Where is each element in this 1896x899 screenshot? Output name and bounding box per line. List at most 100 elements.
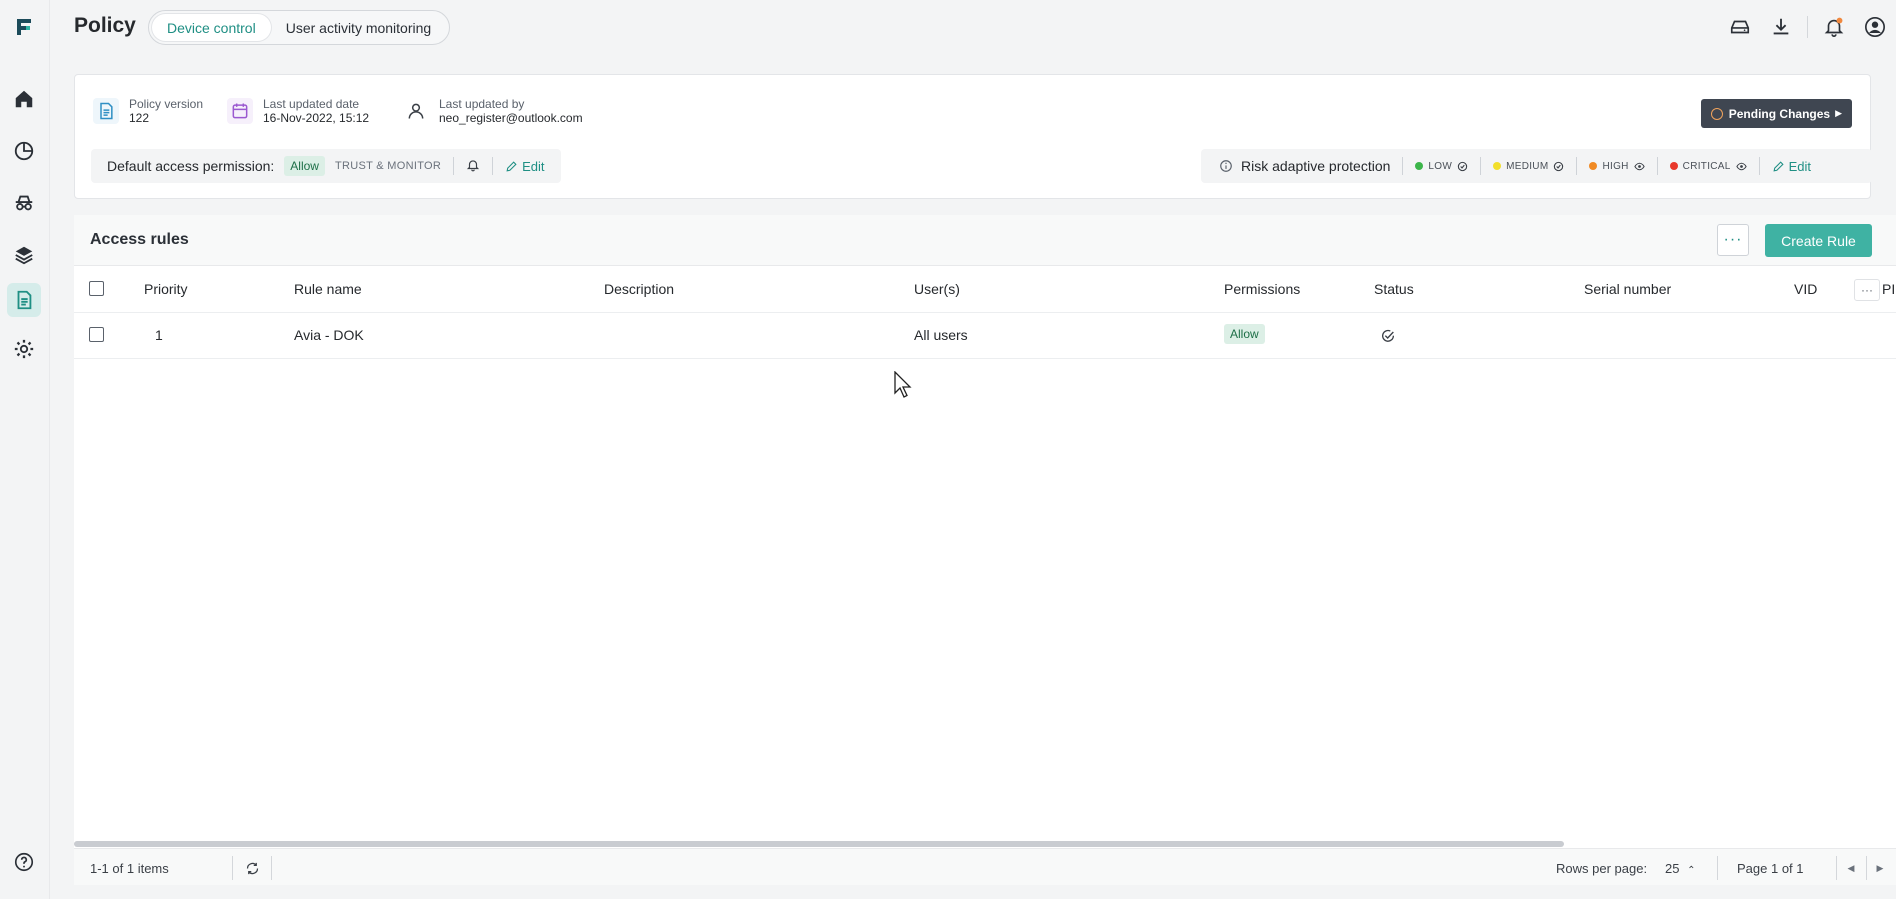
select-all-checkbox[interactable] xyxy=(89,281,104,296)
rows-per-page-label: Rows per page: xyxy=(1556,861,1648,876)
sidebar-item-policy[interactable] xyxy=(7,283,41,317)
risk-adaptive-protection: Risk adaptive protection LOW MEDIUM HIGH… xyxy=(1201,149,1872,183)
divider xyxy=(453,157,455,175)
user-icon xyxy=(403,98,429,124)
warning-icon xyxy=(1710,107,1723,120)
divider xyxy=(1758,157,1760,175)
header-actions xyxy=(1714,12,1890,42)
help-icon xyxy=(14,852,34,872)
table-footer: 1-1 of 1 items Rows per page: 25 ⌃ Page … xyxy=(74,848,1896,885)
access-rules-title: Access rules xyxy=(90,231,189,248)
download-button[interactable] xyxy=(1766,12,1796,42)
divider xyxy=(232,856,233,880)
pencil-icon xyxy=(1773,160,1784,172)
default-access-label: Default access permission: xyxy=(107,158,275,174)
rule-name[interactable]: Avia - DOK xyxy=(294,327,364,343)
policy-version: Policy version 122 xyxy=(93,97,203,125)
column-header-users[interactable]: User(s) xyxy=(914,281,960,297)
column-header-status[interactable]: Status xyxy=(1374,281,1414,297)
tab-device-control[interactable]: Device control xyxy=(152,14,271,41)
next-page-button[interactable]: ▶ xyxy=(1871,859,1889,877)
edit-default-access-button[interactable]: Edit xyxy=(505,159,545,174)
default-access-mode: TRUST & MONITOR xyxy=(334,160,442,172)
scrollbar-thumb[interactable] xyxy=(74,841,1564,847)
document-icon xyxy=(17,290,32,310)
bell-icon xyxy=(467,159,480,171)
sidebar-item-incognito[interactable] xyxy=(7,186,41,220)
access-rules-header: Access rules ··· Create Rule xyxy=(74,215,1896,266)
permission-badge: Allow xyxy=(1224,324,1265,344)
caret-right-icon: ▶ xyxy=(1876,862,1884,873)
rule-status xyxy=(1380,328,1396,347)
check-circle-icon xyxy=(1554,161,1564,171)
download-icon xyxy=(1773,18,1789,35)
risk-level-critical[interactable]: CRITICAL xyxy=(1669,161,1747,172)
tab-user-activity-monitoring[interactable]: User activity monitoring xyxy=(271,14,447,41)
layers-icon xyxy=(15,246,33,265)
app-logo[interactable] xyxy=(7,10,41,44)
column-header-vid[interactable]: VID xyxy=(1794,281,1817,297)
column-header-serial-number[interactable]: Serial number xyxy=(1584,281,1671,297)
account-button[interactable] xyxy=(1860,12,1890,42)
header-divider xyxy=(74,312,1896,313)
page-title: Policy xyxy=(74,14,136,37)
spy-icon xyxy=(15,195,33,211)
divider xyxy=(1836,856,1837,880)
column-header-permissions[interactable]: Permissions xyxy=(1224,281,1300,297)
sidebar-item-help[interactable] xyxy=(7,845,41,879)
risk-level-low[interactable]: LOW xyxy=(1415,161,1468,172)
sidebar-item-settings[interactable] xyxy=(7,332,41,366)
last-updated-date: Last updated date 16-Nov-2022, 15:12 xyxy=(227,97,369,125)
column-header-priority[interactable]: Priority xyxy=(144,281,188,297)
pending-changes-button[interactable]: Pending Changes ▶ xyxy=(1700,99,1852,128)
last-updated-by-value: neo_register@outlook.com xyxy=(439,111,583,125)
check-circle-icon xyxy=(1382,329,1395,342)
risk-level-medium[interactable]: MEDIUM xyxy=(1493,161,1564,172)
default-access-badge: Allow xyxy=(284,156,325,176)
more-options-button[interactable]: ··· xyxy=(1717,224,1749,256)
divider xyxy=(492,157,494,175)
status-dot xyxy=(1669,162,1678,170)
edit-risk-button[interactable]: Edit xyxy=(1772,159,1811,174)
risk-level-label: HIGH xyxy=(1602,160,1629,172)
drive-icon xyxy=(1730,20,1750,34)
policy-version-value: 122 xyxy=(129,111,150,125)
last-updated-date-value: 16-Nov-2022, 15:12 xyxy=(263,111,370,125)
row-divider xyxy=(74,358,1896,359)
pending-changes-label: Pending Changes xyxy=(1728,106,1831,121)
notification-toggle[interactable] xyxy=(466,158,480,175)
divider xyxy=(1866,856,1867,880)
policy-version-label: Policy version xyxy=(129,97,204,111)
pencil-icon xyxy=(506,160,517,172)
sidebar-item-home[interactable] xyxy=(7,82,41,116)
previous-page-button[interactable]: ◀ xyxy=(1842,859,1860,877)
sidebar-item-layers[interactable] xyxy=(7,238,41,272)
divider xyxy=(1402,157,1404,175)
horizontal-scrollbar[interactable] xyxy=(74,840,1896,848)
sidebar-item-dashboard[interactable] xyxy=(7,134,41,168)
divider xyxy=(1717,856,1718,880)
bell-icon xyxy=(1824,17,1844,37)
divider xyxy=(1656,157,1658,175)
column-header-description[interactable]: Description xyxy=(604,281,674,297)
notifications-button[interactable] xyxy=(1819,12,1849,42)
row-checkbox[interactable] xyxy=(89,327,104,342)
header-divider xyxy=(1807,16,1808,38)
divider xyxy=(271,856,272,880)
rule-permission: Allow xyxy=(1224,324,1265,344)
access-rules-panel: Access rules ··· Create Rule Priority Ru… xyxy=(74,215,1896,885)
refresh-button[interactable] xyxy=(242,858,262,878)
chevron-up-icon: ⌃ xyxy=(1687,865,1696,876)
risk-level-label: LOW xyxy=(1428,160,1453,172)
items-count: 1-1 of 1 items xyxy=(90,861,169,876)
logo-icon xyxy=(17,19,31,35)
column-menu-button[interactable]: ··· xyxy=(1854,279,1880,301)
column-header-pid[interactable]: PI xyxy=(1882,281,1896,297)
column-header-rule-name[interactable]: Rule name xyxy=(294,281,362,297)
home-icon xyxy=(15,90,33,108)
risk-level-high[interactable]: HIGH xyxy=(1589,160,1645,172)
drive-button[interactable] xyxy=(1725,12,1755,42)
rule-priority: 1 xyxy=(155,327,163,343)
rows-per-page-select[interactable]: 25 ⌃ xyxy=(1665,861,1695,876)
create-rule-button[interactable]: Create Rule xyxy=(1765,224,1872,257)
